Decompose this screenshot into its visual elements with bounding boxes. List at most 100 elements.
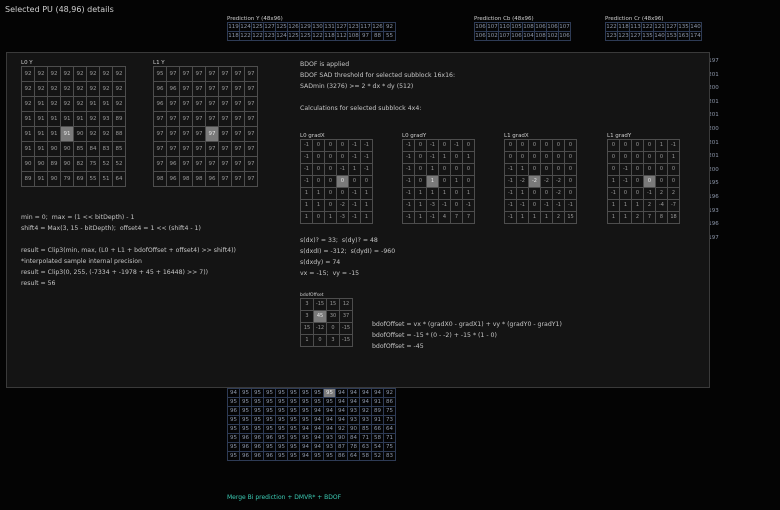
grid-cell: 94 (323, 415, 336, 425)
grid-cell: 95 (323, 397, 336, 407)
grid-cell: 0 (324, 139, 337, 152)
grid-cell: 95 (287, 397, 300, 407)
grid-cell: 1 (324, 211, 337, 224)
grid-cell: 97 (205, 126, 219, 142)
grid-cell: 84 (347, 433, 360, 443)
grid-cell: -1 (402, 199, 415, 212)
grid-cell: 92 (34, 81, 48, 97)
grid-cell: -15 (313, 298, 327, 311)
grid-cell: 94 (227, 388, 240, 398)
grid-cell: 130 (311, 22, 324, 32)
grid-row: 96 97 97 97 97 97 97 97 (153, 96, 258, 112)
grid-cell: 97 (218, 141, 232, 157)
grid-cell: -1 (360, 139, 373, 152)
grid-cell: 0 (324, 175, 337, 188)
grid-cell: 95 (275, 442, 288, 452)
grid-cell: 95 (299, 433, 312, 443)
grid-cell: 3 (300, 298, 314, 311)
grid-cell: -1 (402, 151, 415, 164)
grid-cell: 0 (414, 139, 427, 152)
grid-cell: 92 (99, 126, 113, 142)
grid-cell: 0 (450, 151, 463, 164)
grid-cell: -1 (402, 139, 415, 152)
grid-cell: 95 (275, 388, 288, 398)
grid-cell: 97 (244, 66, 258, 82)
grid-cell: -1 (667, 139, 680, 152)
grid-cell: 1 (360, 199, 373, 212)
grid-row: 95 96 96 96 95 95 94 95 95 86 64 58 52 83 (227, 451, 396, 461)
grid-cell: 0 (528, 163, 541, 176)
grid-cell: 96 (263, 451, 276, 461)
sum-line: s(dxdI) = -312; s(dydI) = -960 (300, 248, 396, 255)
grid-cell: 129 (299, 22, 312, 32)
grid-cell: -1 (607, 187, 620, 200)
grid-row: 97 97 97 97 97 97 97 97 (153, 126, 258, 142)
grid-cell: 91 (34, 96, 48, 112)
grid-cell: 1 (516, 211, 529, 224)
grid-cell: 91 (60, 126, 74, 142)
grid-cell: 98 (153, 171, 167, 187)
grid-cell: 95 (287, 415, 300, 425)
grid-cell: 71 (383, 433, 396, 443)
grid-cell: 97 (192, 111, 206, 127)
grid-cell: 0 (528, 151, 541, 164)
grid-cell: 97 (359, 31, 372, 41)
grid-cell: 106 (546, 22, 559, 32)
grid-cell: -1 (438, 199, 451, 212)
grid-cell: 1 (312, 199, 325, 212)
grid-cell: 97 (166, 141, 180, 157)
grid-cell: 97 (153, 126, 167, 142)
grid-cell: 95 (227, 424, 240, 434)
calc-line: result = 56 (21, 280, 56, 287)
grid-cell: 95 (251, 406, 264, 416)
grid-cell: 0 (619, 151, 632, 164)
grid-row: 1 1 1 2 -4 -7 (607, 199, 680, 212)
grid-cell: 52 (99, 156, 113, 172)
grid-cell: 93 (323, 433, 336, 443)
result-grid: 94 95 95 95 95 95 95 95 95 94 94 94 94 92 95 95 95 95 95 95… (227, 388, 396, 461)
grid-cell: 92 (335, 424, 348, 434)
grid-cell: 95 (311, 451, 324, 461)
grid-cell: 106 (510, 31, 523, 41)
grid-cell: 125 (287, 31, 300, 41)
grid-cell: 92 (47, 66, 61, 82)
grid-cell: 0 (450, 163, 463, 176)
grid-cell: 92 (34, 66, 48, 82)
grid-row: 3 -15 15 12 (300, 298, 353, 311)
offset-formula: bdofOffset = vx * (gradX0 - gradX1) + vy… (372, 321, 562, 354)
grid-cell: 90 (60, 141, 74, 157)
grid-row: 95 95 95 95 95 95 94 94 94 92 90 85 66 64 (227, 424, 396, 434)
formula-line: bdofOffset = -15 * (0 - -2) + -15 * (1 -… (372, 332, 497, 339)
grid-cell: 0 (336, 187, 349, 200)
bdof-info: BDOF is applied BDOF SAD threshold for s… (300, 61, 455, 116)
grid-cell: 95 (251, 424, 264, 434)
grid-cell: 0 (619, 187, 632, 200)
grid-cell: 97 (192, 66, 206, 82)
grid-cell: 1 (414, 211, 427, 224)
grid-cell: 2 (655, 187, 668, 200)
grid-cell: 97 (179, 156, 193, 172)
grid-cell: 91 (34, 171, 48, 187)
grid-cell: 125 (275, 22, 288, 32)
prediction-cr-table: 122 118 113 122 121 127 135 140 123 123 127 135 140 1… (605, 22, 702, 41)
grid-cell: 106 (474, 22, 487, 32)
grid-cell: 1 (462, 151, 475, 164)
grid-cell: 96 (251, 442, 264, 452)
grid-row: 000000 (504, 151, 577, 164)
grid-cell: 97 (205, 111, 219, 127)
grid-cell: 94 (311, 415, 324, 425)
grid-cell: 110 (498, 22, 511, 32)
grid-cell: 96 (239, 451, 252, 461)
grid-cell: 94 (299, 442, 312, 452)
grid-cell: 94 (335, 406, 348, 416)
grid-cell: -15 (339, 334, 353, 347)
grid-row: 91 91 90 90 85 84 83 85 (21, 141, 126, 157)
calc-line (21, 236, 236, 247)
grid-cell: 90 (34, 156, 48, 172)
grid-cell: 95 (287, 451, 300, 461)
grid-row: -1 0 0 -1 2 2 (607, 187, 680, 200)
grid-cell: 118 (617, 22, 630, 32)
grid-cell: 94 (311, 406, 324, 416)
grid-cell: -2 (528, 175, 541, 188)
grid-cell: 97 (218, 171, 232, 187)
